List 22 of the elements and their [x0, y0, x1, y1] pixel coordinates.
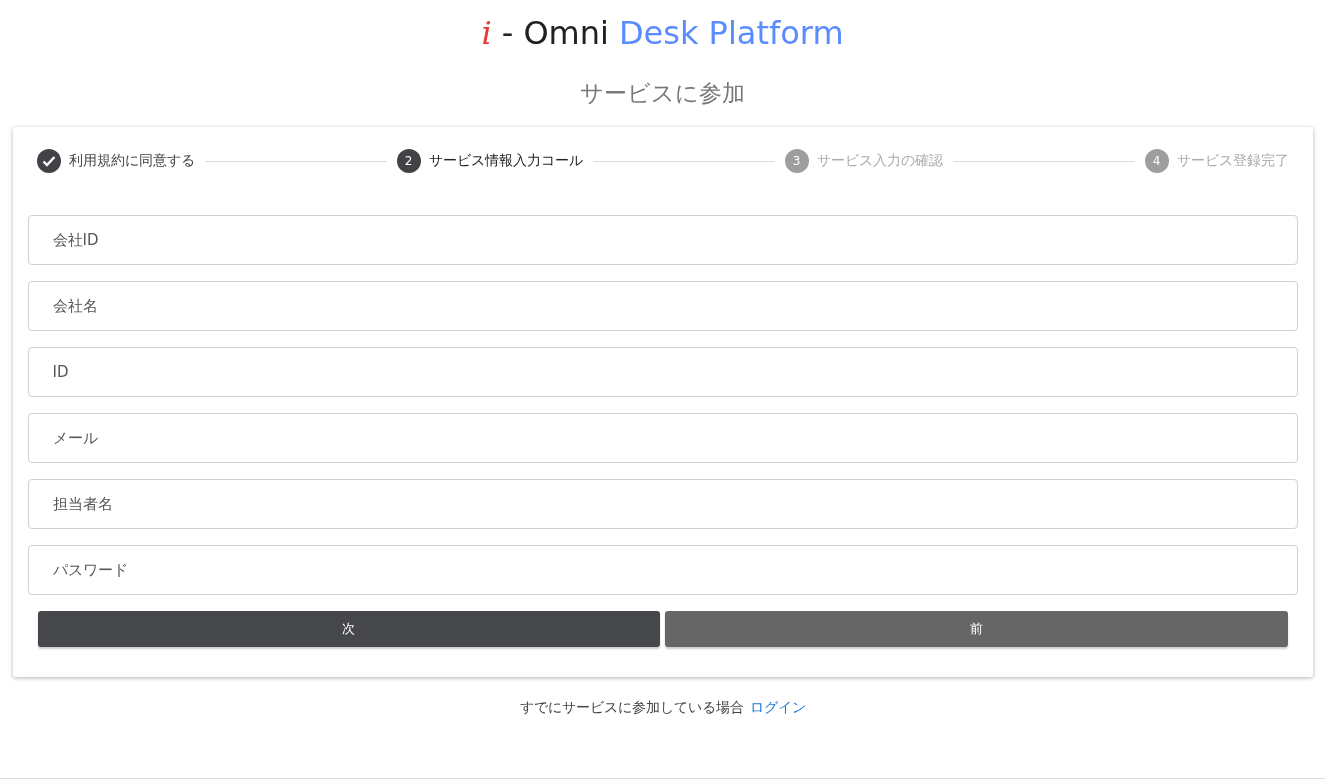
page-subtitle: サービスに参加 [580, 79, 745, 108]
step-label: サービス情報入力コール [428, 152, 583, 170]
step-label: サービス登録完了 [1176, 152, 1289, 170]
title-accent: Desk Platform [618, 14, 844, 52]
form-button[interactable]: 次 [37, 611, 660, 647]
logo-letter: i [481, 14, 492, 52]
step-number: 2 [396, 149, 421, 173]
step-label: 利用規約に同意する [68, 152, 195, 170]
input-field[interactable]: 会社名 [27, 281, 1298, 331]
check-icon [36, 149, 61, 173]
input-field[interactable]: 会社ID [27, 215, 1298, 265]
form-button[interactable]: 前 [665, 611, 1288, 647]
footer-text: すでにサービスに参加している場合 [519, 699, 744, 717]
title-text: - Omni [501, 14, 609, 52]
step-number: 4 [1144, 149, 1169, 173]
input-field[interactable]: メール [27, 413, 1298, 463]
step-number: 3 [784, 149, 809, 173]
input-field[interactable]: パスワード [27, 545, 1298, 595]
login-link[interactable]: ログイン [749, 699, 806, 717]
input-field[interactable]: ID [27, 347, 1298, 397]
input-field[interactable]: 担当者名 [27, 479, 1298, 529]
step-label: サービス入力の確認 [816, 152, 943, 170]
